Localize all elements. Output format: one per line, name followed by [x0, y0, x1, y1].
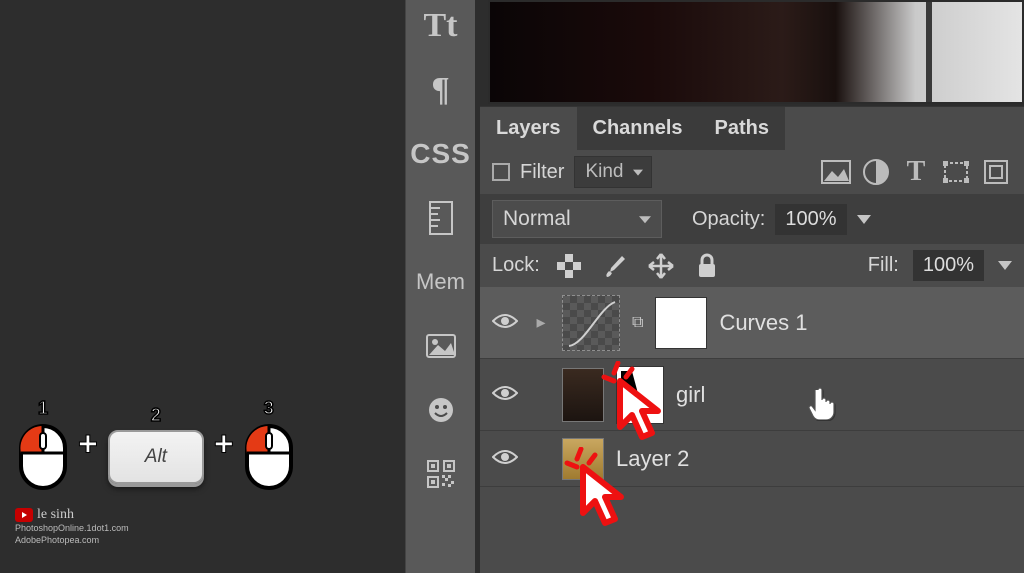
tab-channels[interactable]: Channels — [577, 107, 699, 150]
branding-line-1: PhotoshopOnline.1dot1.com — [15, 522, 129, 534]
filter-label: Filter — [520, 161, 564, 184]
curves-adjustment-thumb[interactable] — [562, 295, 620, 351]
qr-code-icon[interactable] — [416, 452, 466, 496]
mouse-left-click-icon — [244, 423, 294, 491]
blend-row: Normal Opacity: 100% — [480, 194, 1024, 244]
alt-key-icon: Alt — [108, 430, 204, 484]
visibility-toggle-icon[interactable] — [490, 446, 520, 472]
filter-row: Filter Kind T — [480, 150, 1024, 194]
tab-layers[interactable]: Layers — [480, 107, 577, 150]
lock-all-padlock-icon[interactable] — [692, 253, 722, 279]
visibility-toggle-icon[interactable] — [490, 382, 520, 408]
layer-row-girl[interactable]: girl — [480, 359, 1024, 431]
blend-mode-dropdown[interactable]: Normal — [492, 200, 662, 238]
lock-pixels-brush-icon[interactable] — [600, 253, 630, 279]
youtube-icon — [15, 508, 33, 522]
fill-dropdown-icon[interactable] — [998, 261, 1012, 270]
opacity-value[interactable]: 100% — [775, 204, 846, 235]
image-panel-icon[interactable] — [416, 324, 466, 368]
step-number-1: 1 — [38, 398, 48, 419]
layer-thumb-layer2[interactable] — [562, 438, 604, 480]
character-panel-icon[interactable]: Tt — [416, 4, 466, 48]
emoji-panel-icon[interactable] — [416, 388, 466, 432]
layer-thumb-girl[interactable] — [562, 368, 604, 422]
visibility-toggle-icon[interactable] — [490, 310, 520, 336]
layer-name-layer2[interactable]: Layer 2 — [616, 446, 1014, 472]
kind-dropdown[interactable]: Kind — [574, 156, 652, 188]
layer-mask-thumb[interactable] — [655, 297, 707, 349]
alt-key-label: Alt — [145, 446, 167, 468]
ruler-icon[interactable] — [416, 196, 466, 240]
combo-step-2: 2 Alt — [108, 405, 204, 484]
link-mask-icon[interactable]: ⧉ — [632, 314, 643, 332]
step-number-2: 2 — [151, 405, 161, 426]
layers-panel: Layers Channels Paths Filter Kind T — [480, 106, 1024, 573]
filter-checkbox[interactable] — [492, 163, 510, 181]
branding-block: le sinh PhotoshopOnline.1dot1.com AdobeP… — [15, 508, 129, 546]
layer-name-girl[interactable]: girl — [676, 382, 1014, 408]
channel-name: le sinh — [37, 509, 74, 521]
panel-tabs: Layers Channels Paths — [480, 107, 1024, 150]
filter-smartobj-icon[interactable] — [980, 158, 1012, 186]
lock-transparency-icon[interactable] — [554, 253, 584, 279]
tab-paths[interactable]: Paths — [699, 107, 785, 150]
filter-type-icon[interactable]: T — [900, 158, 932, 186]
combo-step-1: 1 — [18, 398, 68, 491]
branding-line-2: AdobePhotopea.com — [15, 534, 129, 546]
opacity-label: Opacity: — [692, 208, 765, 231]
fill-value[interactable]: 100% — [913, 250, 984, 281]
document-canvas-preview[interactable] — [488, 0, 1024, 104]
opacity-dropdown-icon[interactable] — [857, 215, 871, 224]
filter-shape-icon[interactable] — [940, 158, 972, 186]
fill-label: Fill: — [868, 254, 899, 277]
mem-panel-icon[interactable]: Mem — [416, 260, 466, 304]
css-panel-icon[interactable]: CSS — [416, 132, 466, 176]
step-number-3: 3 — [264, 398, 274, 419]
lock-icons — [554, 253, 722, 279]
shortcut-combo: 1 + 2 Alt + 3 — [18, 398, 294, 491]
layer-row-curves[interactable]: ▸ ⧉ Curves 1 — [480, 287, 1024, 359]
expand-layer-icon[interactable]: ▸ — [532, 312, 550, 333]
side-tool-strip: Tt ¶ CSS Mem — [405, 0, 475, 573]
layer-row-layer2[interactable]: Layer 2 — [480, 431, 1024, 487]
paragraph-panel-icon[interactable]: ¶ — [416, 68, 466, 112]
filter-adjust-icon[interactable] — [860, 158, 892, 186]
layer-name-curves[interactable]: Curves 1 — [719, 310, 1014, 336]
plus-sign-2: + — [214, 425, 234, 464]
lock-position-move-icon[interactable] — [646, 253, 676, 279]
combo-step-3: 3 — [244, 398, 294, 491]
lock-label: Lock: — [492, 254, 540, 277]
plus-sign-1: + — [78, 425, 98, 464]
lock-row: Lock: — [480, 244, 1024, 287]
filter-pixel-icon[interactable] — [820, 158, 852, 186]
mouse-left-click-icon — [18, 423, 68, 491]
layer-mask-thumb-girl[interactable] — [616, 366, 664, 424]
tutorial-overlay: 1 + 2 Alt + 3 — [0, 0, 405, 573]
